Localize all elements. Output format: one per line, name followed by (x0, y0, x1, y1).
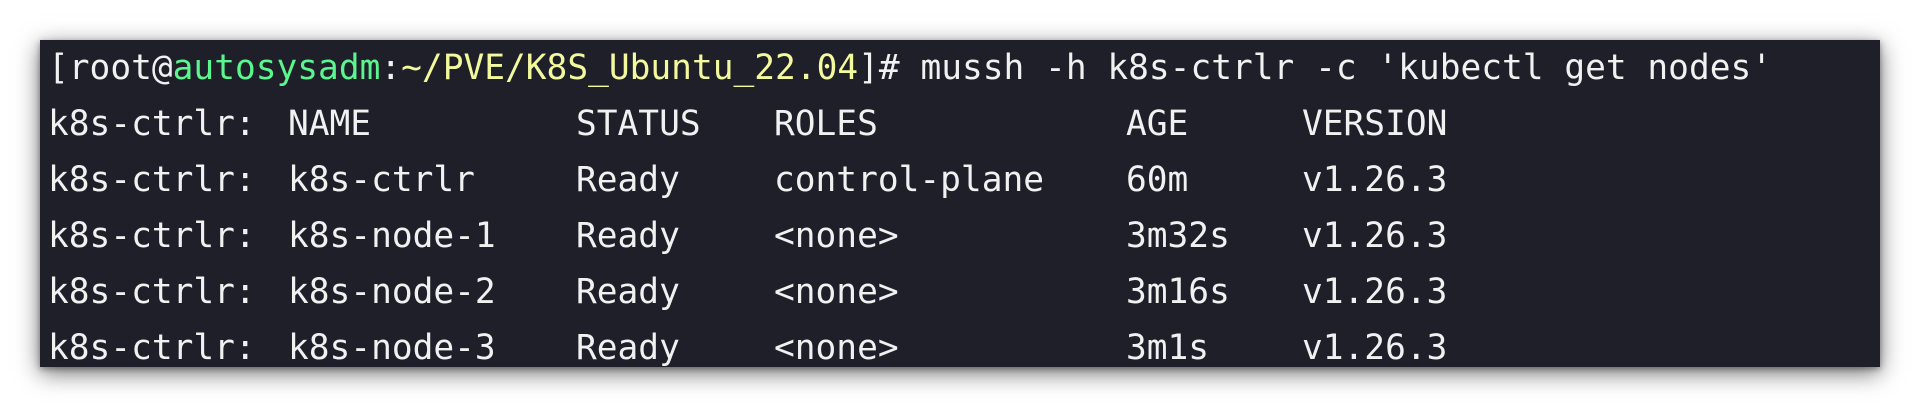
prompt-hostname: autosysadm (172, 48, 381, 88)
host-prefix: k8s-ctrlr: (48, 160, 256, 200)
command-prompt-line: [root@autosysadm:~/PVE/K8S_Ubuntu_22.04]… (48, 40, 1772, 96)
node-roles: <none> (774, 272, 899, 312)
prompt-user: root (68, 48, 152, 88)
screenshot-canvas: [root@autosysadm:~/PVE/K8S_Ubuntu_22.04]… (0, 0, 1920, 408)
node-status: Ready (576, 160, 680, 200)
node-version: v1.26.3 (1302, 160, 1448, 200)
node-age: 3m16s (1126, 272, 1230, 312)
table-row: k8s-ctrlr: k8s-node-3 Ready <none> 3m1s … (48, 320, 1447, 367)
node-roles: <none> (774, 328, 899, 367)
node-age: 60m (1126, 160, 1189, 200)
node-name: k8s-node-1 (288, 216, 496, 256)
node-roles: <none> (774, 216, 899, 256)
header-age: AGE (1126, 104, 1189, 144)
node-version: v1.26.3 (1302, 216, 1448, 256)
terminal-window[interactable]: [root@autosysadm:~/PVE/K8S_Ubuntu_22.04]… (40, 40, 1880, 367)
node-version: v1.26.3 (1302, 272, 1448, 312)
node-name: k8s-node-3 (288, 328, 496, 367)
node-status: Ready (576, 328, 680, 367)
host-prefix: k8s-ctrlr: (48, 328, 256, 367)
node-version: v1.26.3 (1302, 328, 1448, 367)
command-text: mussh -h k8s-ctrlr -c 'kubectl get nodes… (920, 48, 1773, 88)
table-row: k8s-ctrlr: k8s-node-1 Ready <none> 3m32s… (48, 208, 1447, 264)
header-roles: ROLES (774, 104, 878, 144)
table-header-row: k8s-ctrlr: NAME STATUS ROLES AGE VERSION (48, 96, 1447, 152)
host-prefix: k8s-ctrlr: (48, 216, 256, 256)
table-row: k8s-ctrlr: k8s-ctrlr Ready control-plane… (48, 152, 1447, 208)
prompt-colon: : (380, 48, 402, 88)
node-name: k8s-ctrlr (288, 160, 475, 200)
host-prefix: k8s-ctrlr: (48, 272, 256, 312)
node-roles: control-plane (774, 160, 1045, 200)
node-status: Ready (576, 272, 680, 312)
header-name: NAME (288, 104, 372, 144)
prompt-at-sign: @ (151, 48, 173, 88)
node-age: 3m1s (1126, 328, 1210, 367)
table-row: k8s-ctrlr: k8s-node-2 Ready <none> 3m16s… (48, 264, 1447, 320)
header-version: VERSION (1302, 104, 1448, 144)
node-status: Ready (576, 216, 680, 256)
host-prefix: k8s-ctrlr: (48, 104, 256, 144)
prompt-terminator: ]# (858, 48, 921, 88)
prompt-open-bracket: [ (48, 48, 69, 88)
node-age: 3m32s (1126, 216, 1230, 256)
node-name: k8s-node-2 (288, 272, 496, 312)
prompt-working-directory: ~/PVE/K8S_Ubuntu_22.04 (401, 48, 859, 88)
header-status: STATUS (576, 104, 701, 144)
